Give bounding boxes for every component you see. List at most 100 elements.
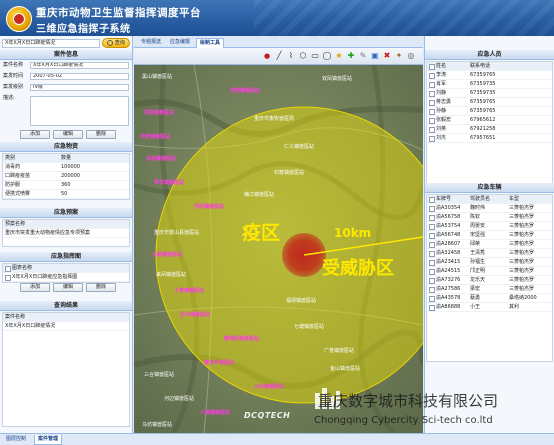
- map-place-label[interactable]: 七塘镇兽医站: [294, 323, 324, 330]
- map-place-label[interactable]: 龙岗镇兽医站: [230, 87, 260, 94]
- table-row[interactable]: 刘杰 67957651: [427, 134, 552, 143]
- map-view[interactable]: 疫区 10km 受威胁区 黑山镇兽医站 龙岗镇兽医站 双凤镇兽医站 花园镇兽医站…: [134, 65, 423, 433]
- row-checkbox[interactable]: [429, 127, 435, 133]
- map-place-label[interactable]: 马坊镇兽医站: [142, 421, 172, 428]
- table-row[interactable]: 李涛 67359765: [427, 71, 552, 80]
- table-row[interactable]: 口蹄疫疫苗 200000: [3, 172, 129, 181]
- row-checkbox[interactable]: [429, 251, 435, 257]
- map-place-label[interactable]: 河边镇兽医站: [164, 395, 194, 402]
- table-row[interactable]: 孙静 67359765: [427, 107, 552, 116]
- tab-drawing-tools[interactable]: 绘制工具: [196, 38, 225, 48]
- map-place-label[interactable]: 花园镇兽医站: [144, 109, 174, 116]
- clear-icon[interactable]: ✦: [394, 51, 404, 61]
- map-place-label[interactable]: 梅江镇兽医站: [244, 191, 274, 198]
- row-checkbox[interactable]: [429, 206, 435, 212]
- row-checkbox[interactable]: [429, 118, 435, 124]
- row-checkbox[interactable]: [429, 73, 435, 79]
- row-checkbox[interactable]: [429, 82, 435, 88]
- tab-topic-report[interactable]: 专题报送: [138, 38, 164, 47]
- delete-icon[interactable]: ✖: [382, 51, 392, 61]
- map-place-label[interactable]: 璧城街道兽医站: [224, 335, 259, 342]
- add-case-button[interactable]: 添加: [20, 130, 50, 139]
- tab-case-management[interactable]: 案件管理: [34, 435, 63, 445]
- polyline-tool-icon[interactable]: ⌇: [286, 51, 296, 61]
- map-place-label[interactable]: 双凤镇兽医站: [322, 75, 352, 82]
- map-place-label[interactable]: 重庆市畜牧兽医局: [254, 115, 294, 122]
- search-button[interactable]: 查询: [102, 38, 130, 48]
- tab-emergency-edit[interactable]: 应急编报: [167, 38, 193, 47]
- row-checkbox[interactable]: [429, 136, 435, 142]
- map-place-label[interactable]: 金山镇兽医站: [330, 365, 360, 372]
- map-place-label[interactable]: 八塘镇兽医站: [200, 409, 230, 416]
- table-row[interactable]: 渝A73276 龙乐天 三菱帕杰罗: [427, 276, 552, 285]
- table-row[interactable]: X年X月X日口蹄疫应急指挥图: [3, 273, 129, 282]
- rectangle-tool-icon[interactable]: ▭: [310, 51, 320, 61]
- map-place-label[interactable]: 正兴镇兽医站: [180, 311, 210, 318]
- map-place-label[interactable]: 三合镇兽医站: [144, 371, 174, 378]
- table-row[interactable]: 防护服 360: [3, 181, 129, 190]
- table-row[interactable]: 渝A24515 邝正明 三菱帕杰罗: [427, 267, 552, 276]
- table-row[interactable]: 渝A53754 周晏安 三菱帕杰罗: [427, 222, 552, 231]
- table-row[interactable]: 渝A30354 魏时伟 三菱帕杰罗: [427, 204, 552, 213]
- table-row[interactable]: 渝A56748 宋坚强 三菱帕杰罗: [427, 231, 552, 240]
- map-place-label[interactable]: 大兴镇兽医站: [254, 383, 284, 390]
- star-tool-icon[interactable]: ★: [334, 51, 344, 61]
- map-place-label[interactable]: 青杠镇兽医站: [154, 179, 184, 186]
- add-map-button[interactable]: 添加: [20, 283, 50, 292]
- polygon-tool-icon[interactable]: ⬡: [298, 51, 308, 61]
- case-description-textarea[interactable]: [30, 96, 129, 126]
- edit-case-button[interactable]: 编辑: [53, 130, 83, 139]
- row-checkbox[interactable]: [429, 100, 435, 106]
- map-place-label[interactable]: 福禄镇兽医站: [286, 297, 316, 304]
- map-place-label[interactable]: 健龙乡兽医站: [204, 359, 234, 366]
- row-checkbox[interactable]: [429, 260, 435, 266]
- delete-map-button[interactable]: 删除: [86, 283, 116, 292]
- map-place-label[interactable]: 白庙镇兽医站: [146, 155, 176, 162]
- table-row[interactable]: 渝A27586 梁宏 三菱帕杰罗: [427, 285, 552, 294]
- table-row[interactable]: 便携式喷雾 50: [3, 190, 129, 199]
- row-checkbox[interactable]: [429, 215, 435, 221]
- table-row[interactable]: 蒋志勇 67359765: [427, 98, 552, 107]
- row-checkbox[interactable]: [429, 91, 435, 97]
- point-tool-icon[interactable]: ●: [262, 51, 272, 61]
- map-place-label[interactable]: 仁义镇兽医站: [284, 143, 314, 150]
- line-tool-icon[interactable]: ╱: [274, 51, 284, 61]
- add-icon[interactable]: ✚: [346, 51, 356, 61]
- row-checkbox[interactable]: [429, 269, 435, 275]
- select-all-checkbox[interactable]: [429, 197, 435, 203]
- table-row[interactable]: 渝A56758 陈钦 三菱帕杰罗: [427, 213, 552, 222]
- row-checkbox[interactable]: [429, 109, 435, 115]
- circle-tool-icon[interactable]: ◯: [322, 51, 332, 61]
- table-row[interactable]: 重庆市突发重大动物疫情应急专项预案: [3, 229, 129, 238]
- table-row[interactable]: 刘静 67359735: [427, 89, 552, 98]
- row-checkbox[interactable]: [429, 242, 435, 248]
- map-place-label[interactable]: 黑山镇兽医站: [142, 73, 172, 80]
- row-checkbox[interactable]: [429, 296, 435, 302]
- table-row[interactable]: 渝A86888 小王 其利: [427, 303, 552, 312]
- delete-case-button[interactable]: 删除: [86, 130, 116, 139]
- row-checkbox[interactable]: [429, 278, 435, 284]
- save-icon[interactable]: ▣: [370, 51, 380, 61]
- table-row[interactable]: 肖军 67359735: [427, 80, 552, 89]
- map-place-label[interactable]: 石鞋镇兽医站: [274, 169, 304, 176]
- map-place-label[interactable]: 丹阳镇兽医站: [194, 203, 224, 210]
- map-place-label[interactable]: 大路镇兽医站: [152, 251, 182, 258]
- row-checkbox[interactable]: [429, 233, 435, 239]
- row-checkbox[interactable]: [5, 275, 11, 281]
- row-checkbox[interactable]: [429, 305, 435, 311]
- case-name-field[interactable]: X年X月X日口蹄疫情况: [30, 62, 129, 69]
- table-row[interactable]: 渝A32458 王清秀 三菱帕杰罗: [427, 249, 552, 258]
- table-row[interactable]: 刘英 67921258: [427, 125, 552, 134]
- edit-map-button[interactable]: 编辑: [53, 283, 83, 292]
- map-place-label[interactable]: 来凤镇兽医站: [156, 271, 186, 278]
- case-search-input[interactable]: X年X月X日口蹄疫情况: [2, 39, 100, 48]
- table-row[interactable]: 消毒药 100000: [3, 163, 129, 172]
- table-row[interactable]: 张毅宏 67965612: [427, 116, 552, 125]
- map-place-label[interactable]: 天府镇兽医站: [140, 133, 170, 140]
- map-place-label[interactable]: 重庆市璧山县兽医站: [154, 229, 199, 236]
- edit-icon[interactable]: ✎: [358, 51, 368, 61]
- case-level-field[interactable]: IV级: [30, 84, 129, 91]
- select-all-checkbox[interactable]: [429, 64, 435, 70]
- globe-icon[interactable]: ◎: [406, 51, 416, 61]
- map-place-label[interactable]: 丁家镇兽医站: [174, 287, 204, 294]
